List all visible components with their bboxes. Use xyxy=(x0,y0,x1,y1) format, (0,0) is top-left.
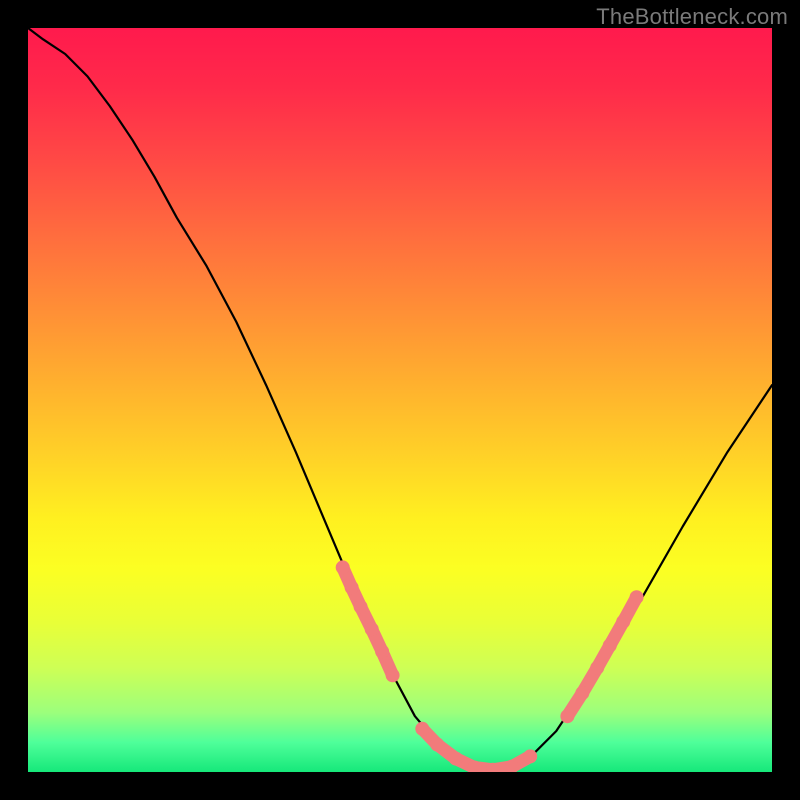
marker-bead xyxy=(336,560,350,574)
marker-bead xyxy=(415,722,429,736)
marker-bead xyxy=(523,749,537,763)
marker-bead xyxy=(386,668,400,682)
marker-bead xyxy=(560,709,574,723)
attribution-text: TheBottleneck.com xyxy=(596,4,788,30)
plot-area xyxy=(28,28,772,772)
marker-bead xyxy=(375,645,389,659)
marker-bead xyxy=(616,615,630,629)
chart-svg xyxy=(28,28,772,772)
marker-bead xyxy=(575,686,589,700)
marker-bead xyxy=(345,581,359,595)
chart-frame: TheBottleneck.com xyxy=(0,0,800,800)
marker-bead xyxy=(430,738,444,752)
marker-bead xyxy=(603,639,617,653)
marker-bead xyxy=(630,590,644,604)
marker-bead xyxy=(590,661,604,675)
highlight-markers xyxy=(336,560,644,772)
marker-bead xyxy=(354,600,368,614)
curve-line xyxy=(28,28,772,770)
marker-bead xyxy=(365,622,379,636)
marker-bead xyxy=(449,752,463,766)
